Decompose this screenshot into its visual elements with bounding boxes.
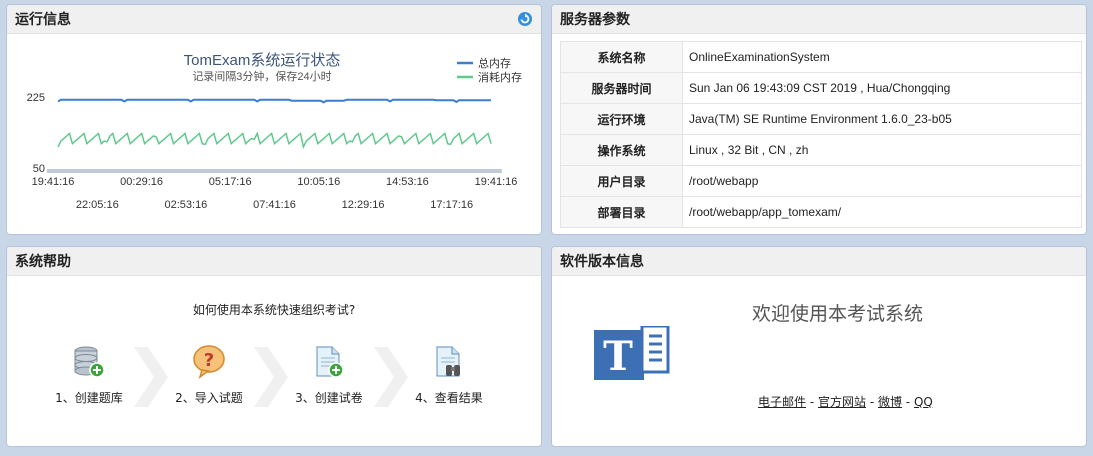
param-value: Sun Jan 06 19:43:09 CST 2019 , Hua/Chong…	[682, 72, 1082, 104]
chart-subtitle: 记录间隔3分钟，保存24小时	[192, 69, 331, 83]
x-tick-label: 17:17:16	[430, 199, 473, 211]
chart-plot-area: 2255019:41:16 00:29:16 05:17:16 10:05:16 14:…	[27, 92, 518, 211]
link-separator: -	[866, 395, 878, 409]
document-binoculars-icon	[436, 346, 460, 377]
step-create-paper[interactable]: 3、创建试卷	[274, 345, 384, 406]
step-label: 2、导入试题	[175, 391, 243, 405]
legend-label: 总内存	[478, 56, 511, 70]
table-row: 运行环境 Java(TM) SE Runtime Environment 1.6.…	[560, 103, 1082, 135]
question-bubble-icon: ?	[193, 345, 225, 379]
x-tick-label: 07:41:16	[253, 199, 296, 211]
welcome-text: 欢迎使用本考试系统	[752, 303, 924, 325]
server-params-table: 系统名称 OnlineExaminationSystem 服务器时间 Sun Jan…	[560, 41, 1082, 228]
param-key: 部署目录	[560, 196, 683, 228]
param-value: Linux , 32 Bit , CN , zh	[682, 134, 1082, 166]
x-tick-label: 02:53:16	[164, 199, 207, 211]
help-question: 如何使用本系统快速组织考试?	[192, 303, 356, 317]
param-key: 操作系统	[560, 134, 683, 166]
official-site-link[interactable]: 官方网站	[818, 395, 866, 409]
version-panel: 软件版本信息 欢迎使用本考试系统 T 电子邮件 - 官方网站 - 微博 - QQ	[551, 246, 1087, 447]
x-tick-label: 05:17:16	[209, 176, 252, 188]
contact-links: 电子邮件 - 官方网站 - 微博 - QQ	[758, 393, 933, 410]
chart-legend: 总内存消耗内存	[457, 56, 522, 84]
link-separator: -	[901, 395, 914, 409]
param-value: Java(TM) SE Runtime Environment 1.6.0_23…	[682, 103, 1082, 135]
legend-label: 消耗内存	[478, 70, 522, 84]
weibo-link[interactable]: 微博	[878, 395, 902, 409]
version-header: 软件版本信息	[552, 247, 1086, 276]
server-panel: 服务器参数 系统名称 OnlineExaminationSystem 服务器时间 S…	[551, 4, 1087, 235]
step-label: 1、创建题库	[55, 391, 123, 405]
step-create-bank[interactable]: 1、创建题库	[34, 345, 144, 406]
runinfo-title: 运行信息	[15, 12, 71, 28]
table-row: 操作系统 Linux , 32 Bit , CN , zh	[560, 134, 1082, 166]
y-tick-label: 50	[33, 163, 45, 175]
step-label: 3、创建试卷	[295, 391, 363, 405]
refresh-icon[interactable]	[517, 11, 533, 27]
x-tick-label: 14:53:16	[386, 176, 429, 188]
link-separator: -	[806, 395, 818, 409]
param-value: /root/webapp/app_tomexam/	[682, 196, 1082, 228]
runinfo-panel: 运行信息 TomExam系统运行状态 记录间隔3分钟，保存24小时 总内存 消耗内…	[6, 4, 542, 235]
step-import-questions[interactable]: ? 2、导入试题	[154, 345, 264, 406]
table-row: 系统名称 OnlineExaminationSystem	[560, 41, 1082, 73]
param-key: 用户目录	[560, 165, 683, 197]
qq-link[interactable]: QQ	[914, 395, 933, 409]
server-title: 服务器参数	[560, 12, 630, 28]
x-tick-label: 10:05:16	[297, 176, 340, 188]
param-value: /root/webapp	[682, 165, 1082, 197]
x-tick-label: 00:29:16	[120, 176, 163, 188]
runinfo-header: 运行信息	[7, 5, 541, 34]
database-add-icon	[74, 346, 105, 378]
memory-chart: TomExam系统运行状态 记录间隔3分钟，保存24小时 总内存消耗内存 225…	[27, 52, 522, 211]
help-panel: 系统帮助 如何使用本系统快速组织考试? 1、创建题库 ? 2、导入试题 3、创建…	[6, 246, 542, 447]
version-title: 软件版本信息	[560, 254, 644, 270]
tomexam-logo: T	[594, 326, 670, 380]
svg-text:?: ?	[204, 350, 214, 371]
table-row: 部署目录/root/webapp/app_tomexam/	[560, 196, 1082, 228]
x-tick-label: 12:29:16	[342, 199, 385, 211]
document-add-icon	[316, 346, 344, 378]
email-link[interactable]: 电子邮件	[758, 395, 806, 409]
step-view-results[interactable]: 4、查看结果	[394, 345, 504, 406]
x-tick-label: 22:05:16	[76, 199, 119, 211]
step-label: 4、查看结果	[415, 391, 483, 405]
x-tick-label: 19:41:16	[475, 176, 518, 188]
chart-title: TomExam系统运行状态	[184, 52, 341, 69]
series-line-used-memory	[57, 131, 492, 150]
help-header: 系统帮助	[7, 247, 541, 276]
x-tick-label: 19:41:16	[32, 176, 75, 188]
logo-letter: T	[603, 333, 633, 380]
y-tick-label: 225	[27, 92, 45, 104]
table-row: 服务器时间 Sun Jan 06 19:43:09 CST 2019 , Hua/…	[560, 72, 1082, 104]
help-title: 系统帮助	[15, 254, 71, 270]
param-key: 系统名称	[560, 41, 683, 73]
server-header: 服务器参数	[552, 5, 1086, 34]
table-row: 用户目录/root/webapp	[560, 165, 1082, 197]
param-key: 运行环境	[560, 103, 683, 135]
series-line-total-memory	[57, 98, 491, 104]
param-value: OnlineExaminationSystem	[682, 41, 1082, 73]
param-key: 服务器时间	[560, 72, 683, 104]
